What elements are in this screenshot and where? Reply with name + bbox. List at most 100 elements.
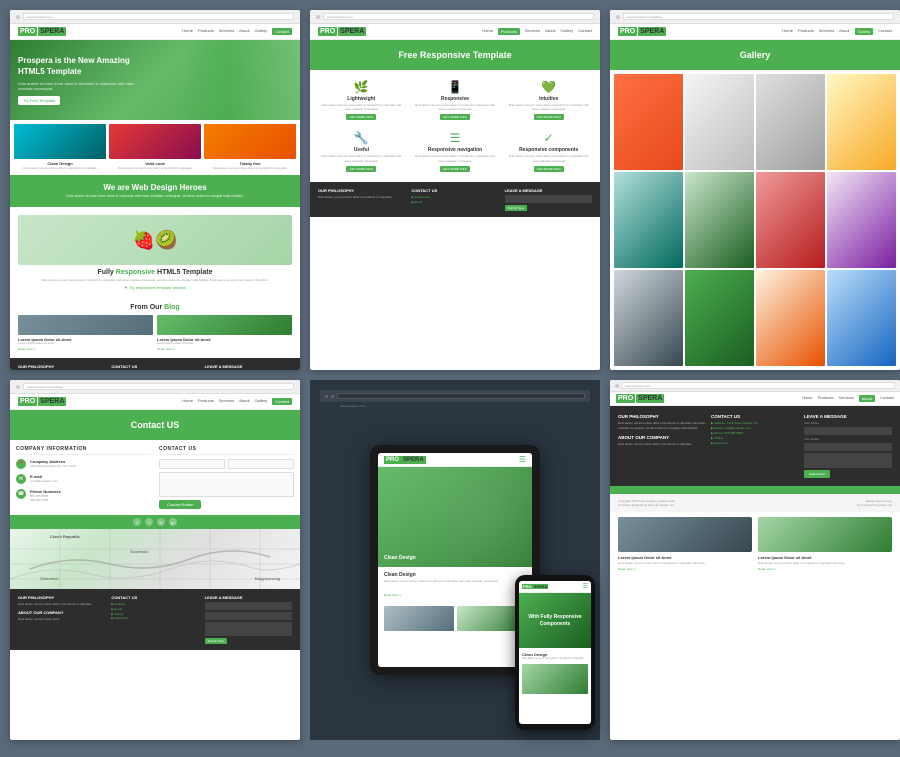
nav2-contact[interactable]: Contact [578,28,592,35]
nav6-products[interactable]: Products [818,395,834,402]
contact-info: COMPANY INFORMATION 📍 Company Address 12… [16,446,151,509]
phone-menu-icon[interactable]: ☰ [583,583,588,590]
thumb-desc-1: Duis autem vel eum iriure dolor in hendr… [14,167,106,171]
feature-nav: ☰ Responsive navigation Duis autem vel e… [410,127,501,175]
blog-heading: From Our Blog [18,304,292,311]
gallery-item-3[interactable] [756,74,825,170]
footer2-message: LEAVE A MESSAGE Submit Now [505,188,592,211]
footer-msg-heading: LEAVE A MESSAGE [205,364,292,369]
nav-home[interactable]: Home [182,28,193,35]
footer4-input-name[interactable] [205,602,292,610]
nav4-gallery[interactable]: Gallery [255,398,268,405]
logo3-pro: PRO [618,27,637,36]
footer6-input-email[interactable] [804,443,892,451]
tablet-hero-title: Clean Design [384,555,416,561]
feature-btn-6[interactable]: GET MORE INFO [534,166,564,172]
footer4-input-email[interactable] [205,612,292,620]
nav3-services[interactable]: Services [819,28,834,35]
gallery-item-12[interactable] [827,270,896,366]
features-header: Free Responsive Template [310,40,600,70]
gallery-item-10[interactable] [685,270,754,366]
footer6-s1-desc: Duis autem vel eum iriure dolor in hendr… [618,561,752,565]
social-linkedin[interactable]: in [157,518,165,526]
footer6-c-facebook[interactable]: ▶ Facebook [711,441,799,445]
panel-features: www.prospera.com PROSPERA Home Products … [310,10,600,370]
form-message[interactable] [159,472,294,497]
nav3-home[interactable]: Home [782,28,793,35]
nav2-about[interactable]: About [545,28,555,35]
browser-bar-1: www.prospera.com [10,10,300,24]
feature-btn-4[interactable]: GET MORE INFO [346,166,376,172]
footer6-input-msg[interactable] [804,453,892,468]
try-template-link[interactable]: ▼ Try responsive template window [18,285,292,290]
nav-contact[interactable]: Contact [272,28,292,35]
gallery-item-2[interactable] [685,74,754,170]
nav6-services[interactable]: Services [838,395,853,402]
nav-about[interactable]: About [239,28,249,35]
thumb-free: Totally free Duis autem vel eum iriure d… [204,124,296,171]
phone-value: 555 555 5555555 555 5555 [30,494,61,502]
footer4-input-msg[interactable] [205,622,292,636]
browser-dot-3 [616,15,620,19]
tablet-read-more[interactable]: Read More » [384,593,401,597]
social-twitter[interactable]: t [145,518,153,526]
footer6-s1-read[interactable]: Read more 1 [618,567,752,571]
social-facebook[interactable]: f [133,518,141,526]
nav6-about[interactable]: About [859,395,875,402]
form-firstname[interactable] [159,459,225,469]
nav4-home[interactable]: Home [182,398,193,405]
responsive-highlight: Responsive [116,269,155,276]
gallery-item-6[interactable] [685,172,754,268]
gallery-item-4[interactable] [827,74,896,170]
social-google[interactable]: g+ [169,518,177,526]
footer6-submit-btn[interactable]: Submit Now [804,470,830,478]
footer2-btn[interactable]: Submit Now [505,205,527,211]
footer6-c-twitter[interactable]: ▶ Twitter [711,436,799,440]
nav2-home[interactable]: Home [482,28,493,35]
nav-services[interactable]: Services [219,28,234,35]
gallery-item-11[interactable] [756,270,825,366]
address-text: Company Address 1234 Street Adress City,… [30,459,76,468]
footer6-input-name[interactable] [804,427,892,435]
gallery-item-5[interactable] [614,172,683,268]
nav4-contact[interactable]: Contact [272,398,292,405]
nav-gallery[interactable]: Gallery [255,28,268,35]
feature-btn-5[interactable]: GET MORE INFO [440,166,470,172]
tablet-section: Clean Design Duis autem vel eum iriure d… [378,567,532,606]
gallery-item-1[interactable] [614,74,683,170]
read-more-2[interactable]: Read more 1 [157,347,174,351]
nav6-home[interactable]: Home [802,395,813,402]
feature-title-3: Intuitive [507,96,590,102]
gallery-item-9[interactable] [614,270,683,366]
gallery-item-7[interactable] [756,172,825,268]
nav3-contact[interactable]: Contact [878,28,892,35]
nav4-services[interactable]: Services [219,398,234,405]
device-url-text: www.prospera.com [338,403,368,409]
footer4-submit[interactable]: Submit Now [205,638,227,644]
nav4-about[interactable]: About [239,398,249,405]
nav2-gallery[interactable]: Gallery [561,28,574,35]
nav6-contact[interactable]: Contact [880,395,894,402]
read-more-1[interactable]: Read more 1 [18,347,35,351]
form-lastname[interactable] [228,459,294,469]
url-text: www.prospera.com [27,15,53,19]
feature-btn-2[interactable]: GET MORE INFO [440,114,470,120]
footer2-input[interactable] [505,195,592,203]
gallery-item-8[interactable] [827,172,896,268]
contact-submit-btn[interactable]: Contact Button [159,500,201,509]
nav2-products[interactable]: Products [498,28,520,35]
hero-btn[interactable]: Try Free Template [18,96,60,105]
tablet-hero: Clean Design [378,467,532,567]
nav3-gallery[interactable]: Gallery [855,28,874,35]
feature-btn-3[interactable]: GET MORE INFO [534,114,564,120]
nav-products[interactable]: Products [198,28,214,35]
contact-title: Contact US [131,420,180,430]
nav3-about[interactable]: About [839,28,849,35]
nav4-products[interactable]: Products [198,398,214,405]
nav3-products[interactable]: Products [798,28,814,35]
panel-footer: www.prospera.com PROSPERA Home Products … [610,380,900,740]
nav2-services[interactable]: Services [525,28,540,35]
feature-btn-1[interactable]: GET MORE INFO [346,114,376,120]
footer6-s2-read[interactable]: Read more 1 [758,567,892,571]
tablet-menu-icon[interactable]: ☰ [519,455,526,464]
